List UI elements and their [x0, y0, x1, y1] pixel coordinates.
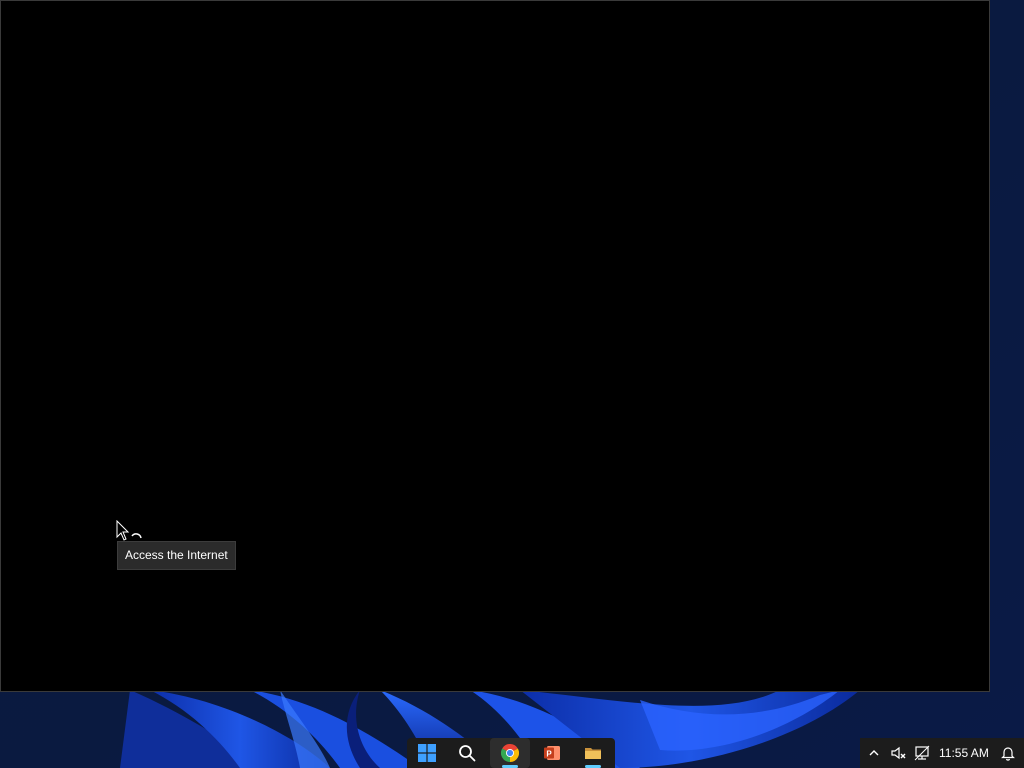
powerpoint-taskbar-button[interactable]: P	[532, 738, 572, 768]
system-tray: 11:55 AM	[860, 738, 1024, 768]
chrome-taskbar-button[interactable]	[490, 738, 530, 768]
taskbar: P 11:55 AM	[0, 738, 1024, 768]
tooltip-text: Access the Internet	[125, 548, 228, 562]
network-icon[interactable]	[914, 745, 930, 761]
search-icon	[459, 745, 476, 762]
folder-icon	[585, 748, 601, 759]
desktop: Access the Internet P 11:55 AM	[0, 0, 1024, 768]
svg-text:P: P	[546, 749, 552, 758]
taskbar-apps: P	[407, 738, 615, 768]
start-button[interactable]	[407, 738, 447, 768]
black-app-window[interactable]	[0, 0, 990, 692]
search-button[interactable]	[447, 738, 487, 768]
file-explorer-taskbar-button[interactable]	[573, 738, 613, 768]
chrome-icon	[501, 744, 519, 762]
speaker-muted-icon[interactable]	[890, 745, 906, 761]
notification-bell-icon[interactable]	[1000, 745, 1016, 761]
chevron-up-icon[interactable]	[866, 745, 882, 761]
tooltip: Access the Internet	[117, 541, 236, 570]
busy-cursor-icon	[116, 520, 142, 541]
windows-logo-icon	[418, 744, 436, 762]
powerpoint-icon: P	[544, 746, 560, 760]
clock[interactable]: 11:55 AM	[939, 738, 989, 768]
